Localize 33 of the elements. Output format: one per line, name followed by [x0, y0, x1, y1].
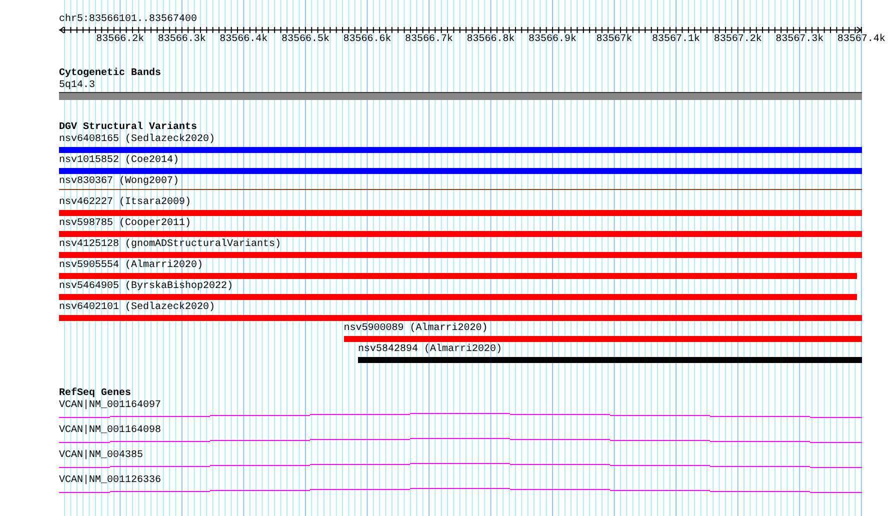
band-label: 5q14.3 — [59, 80, 96, 92]
variant-label: nsv4125128 (gnomADStructuralVariants) — [59, 239, 282, 251]
tick-label: 83566.2k — [96, 34, 144, 46]
track-title: RefSeq Genes — [59, 388, 132, 400]
gene-label: VCAN|NM_001164098 — [59, 425, 162, 437]
variant-label: nsv830367 (Wong2007) — [59, 176, 180, 188]
tick-label: 83566.4k — [220, 34, 268, 46]
tick-label: 83567.2k — [714, 34, 762, 46]
tick-label: 83566.3k — [158, 34, 206, 46]
gene-label: VCAN|NM_001164097 — [59, 400, 162, 412]
tick-label: 83566.6k — [343, 34, 392, 46]
variant-label: nsv5900089 (Almarri2020) — [344, 323, 488, 335]
tick-label: 83566.7k — [404, 34, 453, 46]
variant-label: nsv6402101 (Sedlazeck2020) — [59, 302, 216, 314]
variant-label: nsv5905554 (Almarri2020) — [59, 260, 204, 272]
tick-label: 83567k — [596, 34, 632, 46]
variant-label: nsv6408165 (Sedlazeck2020) — [59, 134, 216, 146]
variant-label: nsv5464905 (ByrskaBishop2022) — [59, 281, 234, 293]
tick-label: 83567.4k — [837, 34, 886, 46]
variant-label: nsv5842894 (Almarri2020) — [358, 344, 502, 356]
gene-label: VCAN|NM_001126336 — [59, 475, 162, 487]
tick-label: 83566.8k — [466, 34, 515, 46]
location-label: chr5:83566101..83567400 — [59, 14, 198, 26]
track-title: DGV Structural Variants — [59, 122, 198, 134]
gene-label: VCAN|NM_004385 — [59, 450, 144, 462]
variant-label: nsv1015852 (Coe2014) — [59, 155, 180, 167]
tick-label: 83566.9k — [528, 34, 577, 46]
variant-label: nsv598785 (Cooper2011) — [59, 218, 192, 230]
tick-label: 83567.1k — [652, 34, 700, 46]
track-title: Cytogenetic Bands — [59, 68, 162, 80]
variant-label: nsv462227 (Itsara2009) — [59, 197, 192, 209]
tick-label: 83567.3k — [776, 34, 824, 46]
tick-label: 83566.5k — [281, 34, 330, 46]
